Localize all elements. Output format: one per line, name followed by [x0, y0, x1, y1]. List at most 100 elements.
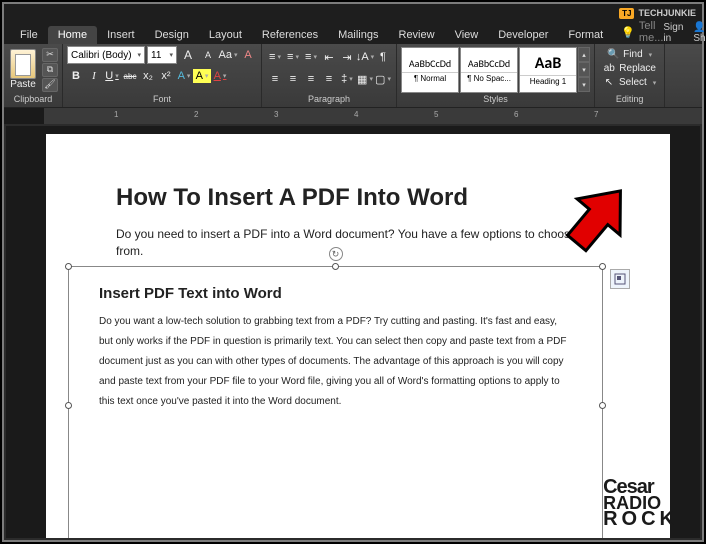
decrease-indent-button[interactable]: ⇤: [320, 48, 338, 66]
object-selection[interactable]: ↻ Insert PDF Text into Word Do you want …: [68, 266, 603, 538]
resize-handle-w[interactable]: [65, 402, 72, 409]
numbering-button[interactable]: ≡: [284, 48, 302, 66]
group-label-paragraph: Paragraph: [266, 93, 392, 105]
group-paragraph: ≡ ≡ ≡ ⇤ ⇥ ↓A ¶ ≡ ≡ ≡ ≡ ‡ ▦ ▢ P: [262, 44, 397, 107]
layout-options-button[interactable]: [610, 269, 630, 289]
replace-icon: ab: [603, 63, 615, 74]
style-no-spacing[interactable]: AaBbCcDd ¶ No Spac...: [460, 47, 518, 93]
scissors-icon: ✂: [46, 49, 54, 60]
horizontal-ruler[interactable]: 1 2 3 4 5 6 7: [4, 108, 702, 124]
subscript-button[interactable]: x₂: [139, 67, 157, 85]
cut-button[interactable]: ✂: [42, 48, 58, 62]
group-clipboard: Paste ✂ ⧉ 🖌 Clipboard: [4, 44, 63, 107]
font-size-select[interactable]: 11▾: [147, 46, 177, 64]
group-label-font: Font: [67, 93, 257, 105]
superscript-button[interactable]: x²: [157, 67, 175, 85]
tab-layout[interactable]: Layout: [199, 26, 252, 44]
tab-review[interactable]: Review: [389, 26, 445, 44]
text-effects-button[interactable]: A: [175, 67, 193, 85]
group-label-editing: Editing: [599, 93, 660, 105]
change-case-button[interactable]: Aa: [219, 46, 237, 64]
tab-file[interactable]: File: [10, 26, 48, 44]
tell-me-label: Tell me...: [639, 20, 663, 44]
paste-label: Paste: [10, 79, 36, 90]
page[interactable]: How To Insert A PDF Into Word Do you nee…: [46, 134, 670, 538]
style-heading1[interactable]: AaB Heading 1: [519, 47, 577, 93]
tab-insert[interactable]: Insert: [97, 26, 145, 44]
sort-button[interactable]: ↓A: [356, 48, 374, 66]
layout-options-icon: [614, 273, 626, 285]
format-painter-button[interactable]: 🖌: [42, 78, 58, 92]
share-button[interactable]: 👤 Share: [693, 22, 706, 44]
ribbon-tabs: File Home Insert Design Layout Reference…: [4, 22, 702, 44]
strikethrough-button[interactable]: abc: [121, 67, 139, 85]
underline-button[interactable]: U: [103, 67, 121, 85]
highlight-button[interactable]: A: [193, 69, 211, 83]
cursor-icon: ↖: [603, 77, 615, 88]
find-button[interactable]: 🔍Find: [605, 48, 654, 61]
group-label-styles: Styles: [401, 93, 590, 105]
styles-scroll-down[interactable]: ▾: [578, 62, 590, 77]
paste-icon: [10, 49, 36, 79]
styles-expand[interactable]: ▾: [578, 77, 590, 92]
group-label-clipboard: Clipboard: [8, 93, 58, 105]
shading-button[interactable]: ▦: [356, 70, 374, 88]
font-color-button[interactable]: A: [211, 67, 229, 85]
increase-indent-button[interactable]: ⇥: [338, 48, 356, 66]
group-font: Calibri (Body)▾ 11▾ A A Aa A B I U abc x…: [63, 44, 262, 107]
resize-handle-n[interactable]: [332, 263, 339, 270]
select-button[interactable]: ↖Select: [601, 76, 658, 89]
style-normal[interactable]: AaBbCcDd ¶ Normal: [401, 47, 459, 93]
align-right-button[interactable]: ≡: [302, 70, 320, 88]
bullets-button[interactable]: ≡: [266, 48, 284, 66]
paste-button[interactable]: Paste: [8, 47, 38, 92]
brand: TJ TECHJUNKIE: [619, 8, 696, 19]
tab-design[interactable]: Design: [145, 26, 199, 44]
title-bar: TJ TECHJUNKIE: [4, 4, 702, 22]
align-left-button[interactable]: ≡: [266, 70, 284, 88]
multilevel-button[interactable]: ≡: [302, 48, 320, 66]
bold-button[interactable]: B: [67, 67, 85, 85]
sign-in[interactable]: Sign in: [663, 22, 683, 44]
doc-intro[interactable]: Do you need to insert a PDF into a Word …: [116, 226, 600, 260]
group-styles: AaBbCcDd ¶ Normal AaBbCcDd ¶ No Spac... …: [397, 44, 595, 107]
chevron-down-icon: ▾: [169, 51, 173, 59]
replace-button[interactable]: abReplace: [601, 62, 658, 75]
search-icon: 🔍: [607, 49, 619, 60]
tab-mailings[interactable]: Mailings: [328, 26, 388, 44]
font-name-select[interactable]: Calibri (Body)▾: [67, 46, 145, 64]
brush-icon: 🖌: [44, 79, 55, 90]
shrink-font-button[interactable]: A: [199, 46, 217, 64]
tab-developer[interactable]: Developer: [488, 26, 558, 44]
document-area: How To Insert A PDF Into Word Do you nee…: [6, 126, 700, 538]
resize-handle-nw[interactable]: [65, 263, 72, 270]
line-spacing-button[interactable]: ‡: [338, 70, 356, 88]
brand-name: TECHJUNKIE: [638, 8, 696, 18]
align-center-button[interactable]: ≡: [284, 70, 302, 88]
grow-font-button[interactable]: A: [179, 46, 197, 64]
justify-button[interactable]: ≡: [320, 70, 338, 88]
show-marks-button[interactable]: ¶: [374, 48, 392, 66]
styles-scroll-up[interactable]: ▴: [578, 47, 590, 62]
doc-subtitle: Insert PDF Text into Word: [99, 285, 572, 302]
tab-view[interactable]: View: [445, 26, 489, 44]
italic-button[interactable]: I: [85, 67, 103, 85]
vertical-ruler[interactable]: [6, 126, 26, 538]
share-icon: 👤: [693, 22, 705, 33]
group-editing: 🔍Find abReplace ↖Select Editing: [595, 44, 665, 107]
doc-title[interactable]: How To Insert A PDF Into Word: [116, 184, 600, 212]
tab-references[interactable]: References: [252, 26, 328, 44]
tell-me[interactable]: 💡 Tell me...: [621, 20, 663, 44]
rotate-handle[interactable]: ↻: [329, 247, 343, 261]
tab-format[interactable]: Format: [558, 26, 613, 44]
borders-button[interactable]: ▢: [374, 70, 392, 88]
copy-icon: ⧉: [47, 64, 53, 75]
chevron-down-icon: ▾: [137, 51, 141, 59]
resize-handle-ne[interactable]: [599, 263, 606, 270]
ribbon: Paste ✂ ⧉ 🖌 Clipboard Calibri (Body)▾ 11…: [4, 44, 702, 108]
resize-handle-e[interactable]: [599, 402, 606, 409]
clear-formatting-button[interactable]: A: [239, 46, 257, 64]
brand-badge: TJ: [619, 8, 634, 19]
tab-home[interactable]: Home: [48, 26, 97, 44]
copy-button[interactable]: ⧉: [42, 63, 58, 77]
